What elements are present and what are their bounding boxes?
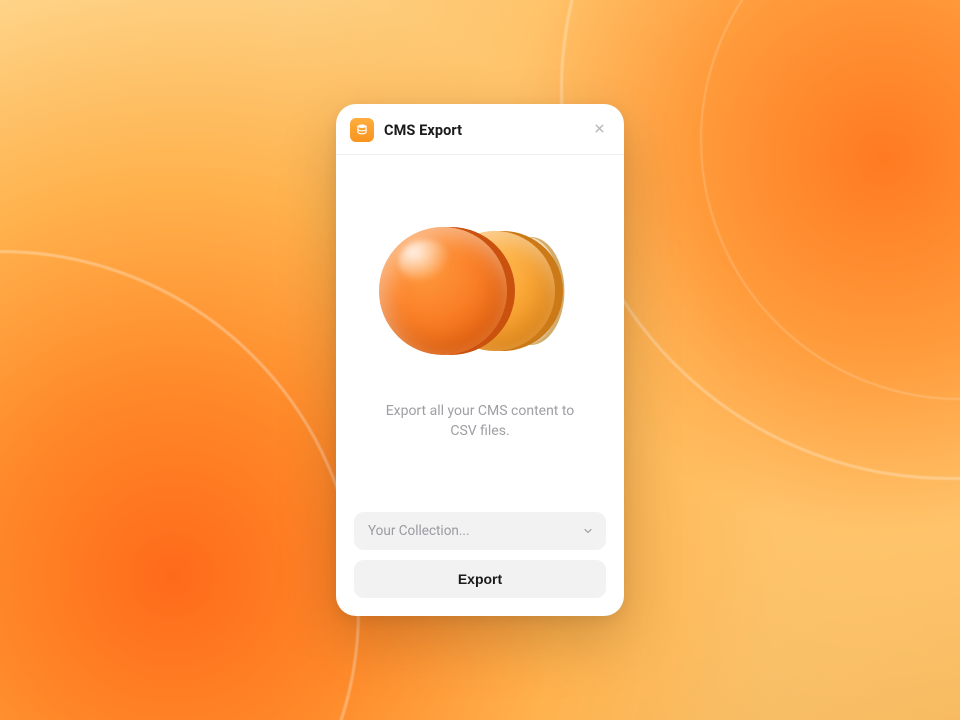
collection-select[interactable]: Your Collection...	[354, 512, 606, 550]
export-button[interactable]: Export	[354, 560, 606, 598]
cms-export-modal: CMS Export Export all your CMS content t…	[336, 104, 624, 616]
collection-select-placeholder: Your Collection...	[368, 523, 470, 539]
modal-header: CMS Export	[336, 104, 624, 155]
export-button-label: Export	[458, 571, 502, 587]
close-button[interactable]	[588, 119, 610, 141]
modal-title: CMS Export	[384, 122, 578, 139]
modal-footer: Your Collection... Export	[336, 512, 624, 616]
description-text: Export all your CMS content to CSV files…	[380, 401, 580, 442]
disc-graphic	[379, 227, 507, 355]
background-ring	[700, 0, 960, 400]
modal-body: Export all your CMS content to CSV files…	[336, 155, 624, 512]
database-icon	[350, 118, 374, 142]
background-ring	[0, 250, 360, 720]
chevron-down-icon	[582, 525, 594, 537]
close-icon	[593, 122, 606, 138]
stacked-discs-graphic	[373, 201, 587, 381]
